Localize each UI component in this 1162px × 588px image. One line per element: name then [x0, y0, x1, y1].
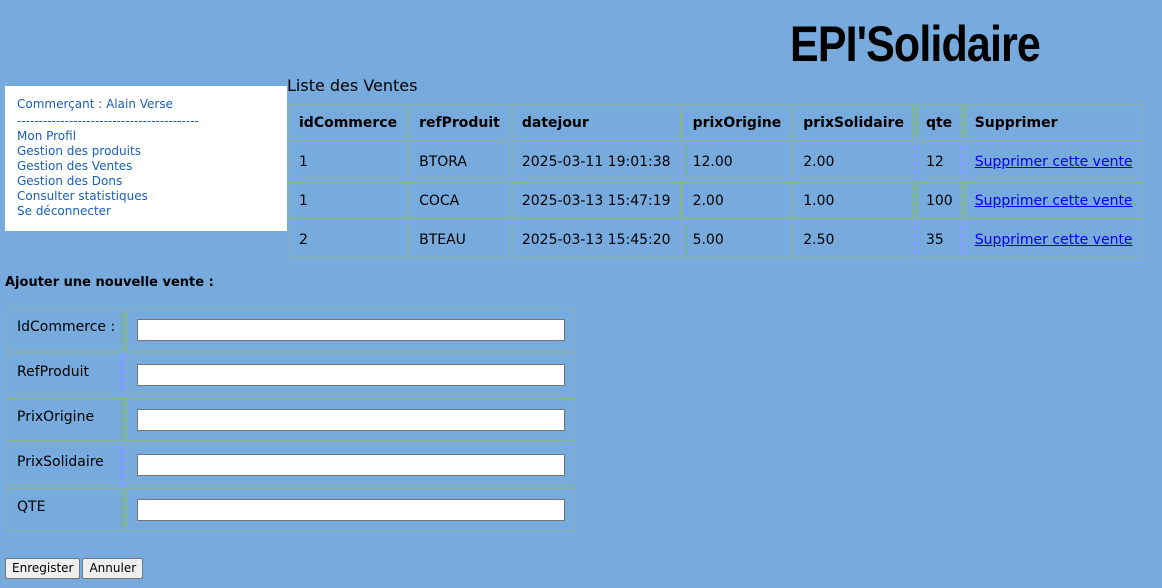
cell-prixorigine: 2.00: [682, 182, 792, 219]
menu-item-gestion-dons[interactable]: Gestion des Dons: [17, 174, 122, 188]
cell-idcommerce: 2: [289, 221, 408, 258]
column-header: prixOrigine: [682, 104, 792, 141]
cell-prixsolidaire: 2.50: [793, 221, 914, 258]
form-row: PrixOrigine: [7, 398, 576, 441]
column-header: prixSolidaire: [793, 104, 914, 141]
add-sale-title: Ajouter une nouvelle vente :: [5, 275, 214, 290]
cell-refproduit: BTEAU: [409, 221, 510, 258]
cell-prixsolidaire: 1.00: [793, 182, 914, 219]
cell-datejour: 2025-03-11 19:01:38: [511, 143, 681, 180]
field-label-refproduit: RefProduit: [7, 353, 126, 396]
field-label-prixorigine: PrixOrigine: [7, 398, 126, 441]
menu-item-statistiques[interactable]: Consulter statistiques: [17, 189, 148, 203]
cell-datejour: 2025-03-13 15:47:19: [511, 182, 681, 219]
cell-idcommerce: 1: [289, 143, 408, 180]
cell-datejour: 2025-03-13 15:45:20: [511, 221, 681, 258]
column-header: Supprimer: [964, 104, 1143, 141]
cell-prixorigine: 12.00: [682, 143, 792, 180]
save-button[interactable]: Enregister: [5, 557, 81, 579]
delete-sale-link[interactable]: Supprimer cette vente: [975, 193, 1133, 209]
column-header: qte: [915, 104, 963, 141]
cell-qte: 100: [915, 182, 963, 219]
sales-list-title: Liste des Ventes: [287, 76, 418, 95]
delete-sale-link[interactable]: Supprimer cette vente: [975, 232, 1133, 248]
form-row: IdCommerce :: [7, 308, 576, 351]
form-row: PrixSolidaire: [7, 443, 576, 486]
form-buttons: Enregister Annuler: [5, 557, 145, 579]
refproduit-input[interactable]: [137, 363, 566, 386]
add-sale-form: IdCommerce : RefProduit PrixOrigine Prix…: [5, 306, 577, 533]
sales-table: idCommerce refProduit datejour prixOrigi…: [287, 102, 1145, 260]
form-row: RefProduit: [7, 353, 576, 396]
menu-item-gestion-ventes[interactable]: Gestion des Ventes: [17, 159, 132, 173]
prixsolidaire-input[interactable]: [137, 453, 566, 476]
cell-prixorigine: 5.00: [682, 221, 792, 258]
column-header: refProduit: [409, 104, 510, 141]
cell-qte: 12: [915, 143, 963, 180]
field-label-qte: QTE: [7, 488, 126, 531]
column-header: idCommerce: [289, 104, 408, 141]
qte-input[interactable]: [137, 498, 566, 521]
field-label-prixsolidaire: PrixSolidaire: [7, 443, 126, 486]
prixorigine-input[interactable]: [137, 408, 566, 431]
cell-prixsolidaire: 2.00: [793, 143, 914, 180]
column-header: datejour: [511, 104, 681, 141]
cell-idcommerce: 1: [289, 182, 408, 219]
delete-sale-link[interactable]: Supprimer cette vente: [975, 154, 1133, 170]
menu-item-gestion-produits[interactable]: Gestion des produits: [17, 144, 141, 158]
idcommerce-input[interactable]: [137, 318, 566, 341]
table-header-row: idCommerce refProduit datejour prixOrigi…: [289, 104, 1143, 141]
cell-refproduit: BTORA: [409, 143, 510, 180]
table-row: 1 COCA 2025-03-13 15:47:19 2.00 1.00 100…: [289, 182, 1143, 219]
menu-item-mon-profil[interactable]: Mon Profil: [17, 129, 76, 143]
menu-separator: ----------------------------------------…: [17, 114, 199, 128]
field-label-idcommerce: IdCommerce :: [7, 308, 126, 351]
user-label: Commerçant : Alain Verse: [17, 97, 173, 111]
user-menu: Commerçant : Alain Verse ---------------…: [5, 86, 287, 231]
cell-refproduit: COCA: [409, 182, 510, 219]
table-row: 1 BTORA 2025-03-11 19:01:38 12.00 2.00 1…: [289, 143, 1143, 180]
menu-item-deconnexion[interactable]: Se déconnecter: [17, 204, 111, 218]
cancel-button[interactable]: Annuler: [82, 557, 144, 579]
table-row: 2 BTEAU 2025-03-13 15:45:20 5.00 2.50 35…: [289, 221, 1143, 258]
site-logo: EPI'Solidaire: [790, 16, 1041, 72]
form-row: QTE: [7, 488, 576, 531]
cell-qte: 35: [915, 221, 963, 258]
